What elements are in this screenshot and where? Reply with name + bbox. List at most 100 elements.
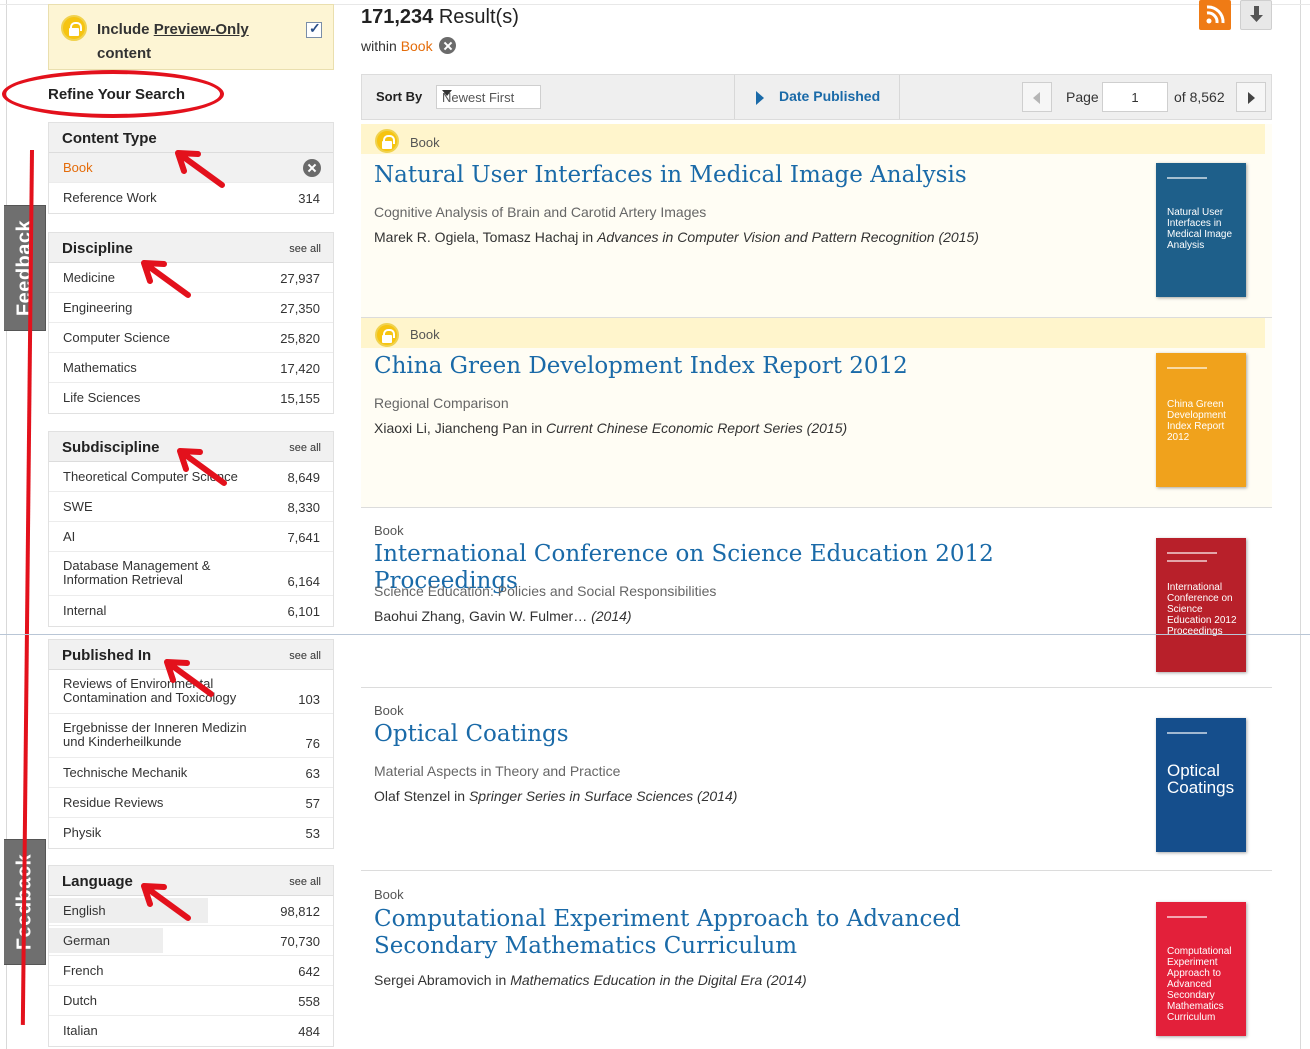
rss-icon bbox=[1206, 5, 1225, 24]
result-title[interactable]: Computational Experiment Approach to Adv… bbox=[374, 906, 1074, 960]
facet-item-label: Italian bbox=[63, 1023, 98, 1038]
result-authors: Olaf Stenzel in Springer Series in Surfa… bbox=[374, 788, 737, 804]
cover-title: China Green Development Index Report 201… bbox=[1167, 399, 1226, 443]
result-authors: Xiaoxi Li, Jiancheng Pan in Current Chin… bbox=[374, 420, 847, 436]
author-names[interactable]: Xiaoxi Li, Jiancheng Pan bbox=[374, 420, 527, 436]
frame-right bbox=[1300, 0, 1301, 1049]
result-series[interactable]: Springer Series in Surface Sciences (201… bbox=[469, 788, 737, 804]
facet-item[interactable]: Mathematics 17,420 bbox=[49, 353, 333, 383]
facet-item-count: 484 bbox=[298, 1024, 320, 1039]
author-names[interactable]: Baohui Zhang, Gavin W. Fulmer… bbox=[374, 608, 587, 624]
book-cover[interactable]: China Green Development Index Report 201… bbox=[1156, 353, 1246, 487]
separator bbox=[899, 75, 900, 119]
facet-item-label: SWE bbox=[63, 499, 93, 514]
see-all-link[interactable]: see all bbox=[289, 876, 321, 888]
facet-item-label: Technische Mechanik bbox=[63, 765, 188, 780]
book-cover[interactable]: Computational Experiment Approach to Adv… bbox=[1156, 902, 1246, 1036]
facet-item-count: 57 bbox=[305, 796, 320, 811]
preview-only-toggle: Include Preview-Only content bbox=[48, 4, 334, 70]
facet-item-label: Computer Science bbox=[63, 330, 170, 345]
preview-only-link[interactable]: Preview-Only bbox=[154, 21, 249, 38]
author-names[interactable]: Sergei Abramovich bbox=[374, 972, 492, 988]
result-authors: Marek R. Ogiela, Tomasz Hachaj in Advanc… bbox=[374, 229, 979, 245]
cover-line bbox=[1167, 552, 1217, 554]
rss-button[interactable] bbox=[1199, 0, 1231, 30]
facet-item[interactable]: Internal 6,101 bbox=[49, 596, 333, 626]
result-item: Book China Green Development Index Repor… bbox=[361, 318, 1272, 508]
content-type-label: Book bbox=[410, 135, 440, 150]
annotation-ellipse bbox=[2, 70, 224, 118]
annotation-arrow bbox=[141, 883, 191, 921]
result-series[interactable]: Current Chinese Economic Report Series (… bbox=[546, 420, 847, 436]
result-series[interactable]: Mathematics Education in the Digital Era… bbox=[510, 972, 806, 988]
facet-item[interactable]: German 70,730 bbox=[49, 926, 333, 956]
feedback-tab-top[interactable]: Feedback bbox=[4, 205, 46, 331]
facet-item-count: 17,420 bbox=[280, 361, 320, 376]
facet-item-count: 7,641 bbox=[287, 530, 320, 545]
facet-item-label: AI bbox=[63, 529, 76, 544]
page-label: Page bbox=[1066, 89, 1099, 105]
in-label: in bbox=[527, 420, 547, 436]
preview-strip bbox=[361, 124, 1265, 154]
play-arrow-icon bbox=[756, 91, 764, 105]
lock-icon bbox=[375, 129, 399, 153]
facet-item[interactable]: Physik 53 bbox=[49, 818, 333, 848]
remove-filter-icon[interactable] bbox=[303, 159, 321, 177]
remove-filter-icon[interactable] bbox=[438, 37, 456, 54]
cover-title: International Conference on Science Educ… bbox=[1167, 582, 1237, 637]
result-title[interactable]: Natural User Interfaces in Medical Image… bbox=[374, 162, 1134, 189]
see-all-link[interactable]: see all bbox=[289, 442, 321, 454]
book-cover[interactable]: International Conference on Science Educ… bbox=[1156, 538, 1246, 672]
facet-item[interactable]: AI 7,641 bbox=[49, 522, 333, 552]
facet-item[interactable]: Dutch 558 bbox=[49, 986, 333, 1016]
prev-page-button[interactable] bbox=[1022, 82, 1052, 112]
facet-item-label: Book bbox=[63, 160, 93, 175]
facet-item[interactable]: Ergebnisse der Inneren Medizin und Kinde… bbox=[49, 714, 333, 758]
facet-item-count: 642 bbox=[298, 964, 320, 979]
preview-only-label: Include Preview-Only content bbox=[97, 18, 277, 66]
result-count-suffix: Result(s) bbox=[433, 6, 519, 28]
result-series[interactable]: Advances in Computer Vision and Pattern … bbox=[597, 229, 979, 245]
facet-item-label: English bbox=[63, 903, 106, 918]
facet-item[interactable]: Database Management & Information Retrie… bbox=[49, 552, 333, 596]
see-all-link[interactable]: see all bbox=[289, 243, 321, 255]
facet-item-label: French bbox=[63, 963, 104, 978]
in-label: in bbox=[578, 229, 598, 245]
facet-item[interactable]: Residue Reviews 57 bbox=[49, 788, 333, 818]
result-title[interactable]: China Green Development Index Report 201… bbox=[374, 353, 1134, 380]
facet-item-count: 314 bbox=[298, 191, 320, 206]
result-subtitle: Science Education: Policies and Social R… bbox=[374, 583, 717, 599]
sort-select[interactable]: Newest First bbox=[436, 85, 541, 109]
page-divider bbox=[0, 634, 1310, 635]
facet-item[interactable]: Computer Science 25,820 bbox=[49, 323, 333, 353]
facet-item-label: Internal bbox=[63, 603, 107, 618]
facet-item-label: German bbox=[63, 933, 110, 948]
book-cover[interactable]: Optical Coatings bbox=[1156, 718, 1246, 852]
facet-item[interactable]: SWE 8,330 bbox=[49, 492, 333, 522]
facet-item[interactable]: French 642 bbox=[49, 956, 333, 986]
facet-item[interactable]: Italian 484 bbox=[49, 1016, 333, 1046]
facet-item-count: 6,164 bbox=[287, 574, 320, 589]
result-item: Book Natural User Interfaces in Medical … bbox=[361, 124, 1272, 318]
download-button[interactable] bbox=[1240, 0, 1272, 30]
cover-title: Natural User Interfaces in Medical Image… bbox=[1167, 207, 1233, 251]
page-number-input[interactable] bbox=[1102, 82, 1168, 112]
see-all-link[interactable]: see all bbox=[289, 650, 321, 662]
facet-item-count: 8,330 bbox=[287, 500, 320, 515]
cover-title: Computational Experiment Approach to Adv… bbox=[1167, 946, 1232, 1023]
sort-bar: Sort By Newest First Date Published Page… bbox=[361, 74, 1272, 120]
result-title[interactable]: Optical Coatings bbox=[374, 721, 1134, 748]
author-names[interactable]: Marek R. Ogiela, Tomasz Hachaj bbox=[374, 229, 578, 245]
content-type-label: Book bbox=[374, 523, 404, 538]
facet-item[interactable]: Technische Mechanik 63 bbox=[49, 758, 333, 788]
cover-line bbox=[1167, 177, 1207, 179]
facet-item-count: 53 bbox=[305, 826, 320, 841]
next-page-button[interactable] bbox=[1236, 82, 1266, 112]
author-names[interactable]: Olaf Stenzel bbox=[374, 788, 450, 804]
preview-only-checkbox[interactable] bbox=[306, 20, 322, 38]
facet-item[interactable]: Life Sciences 15,155 bbox=[49, 383, 333, 413]
within-value[interactable]: Book bbox=[401, 38, 433, 54]
book-cover[interactable]: Natural User Interfaces in Medical Image… bbox=[1156, 163, 1246, 297]
facet-title: Content Type bbox=[62, 130, 157, 147]
date-published-toggle[interactable]: Date Published bbox=[779, 88, 880, 104]
